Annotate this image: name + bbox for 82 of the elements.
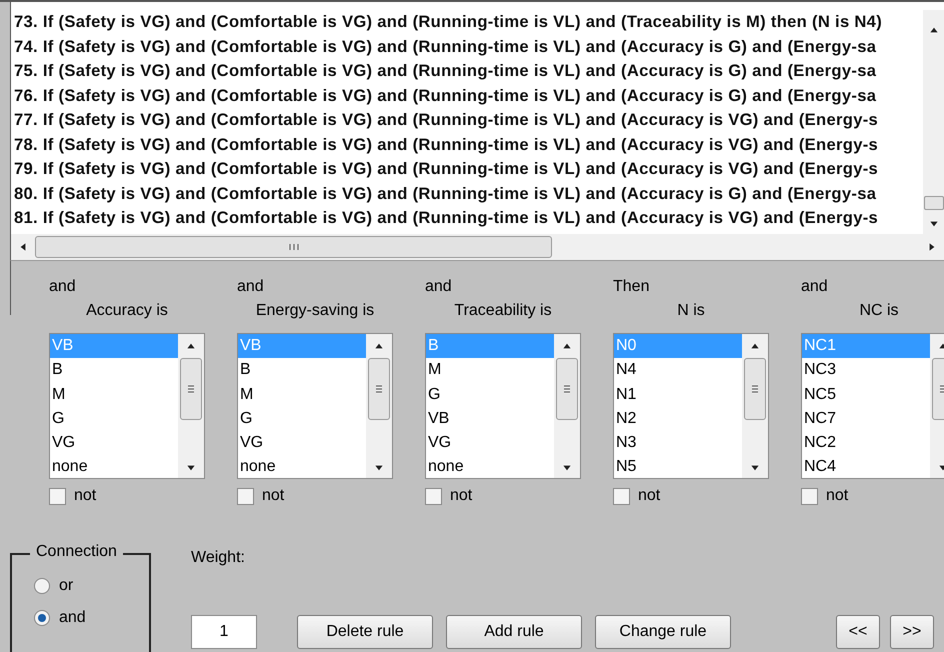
vertical-scrollbar[interactable] [178,334,204,478]
vertical-scrollbar[interactable] [554,334,580,478]
term-item[interactable]: M [238,382,366,407]
term-item[interactable]: N2 [614,406,742,432]
term-item[interactable]: N3 [614,431,742,456]
scroll-thumb[interactable] [744,358,766,420]
action-button[interactable]: Add rule [446,615,582,649]
term-item[interactable]: NC2 [802,431,930,456]
not-label: not [262,487,284,505]
not-checkbox[interactable] [801,488,818,504]
term-item[interactable]: G [426,382,554,407]
connective-label: Then [613,277,650,297]
action-button[interactable]: Delete rule [297,615,433,649]
connective-label: and [49,277,77,297]
term-item[interactable]: N4 [614,358,742,383]
rule-item[interactable]: 73. If (Safety is VG) and (Comfortable is VG) and (Running-time is VL) and (Traceability is M) then (N is N4) [14,10,923,34]
rule-item[interactable]: 74. If (Safety is VG) and (Comfortable is VG) and (Running-time is VL) and (Accuracy is G) and (Energy-sa [14,34,923,59]
term-item[interactable]: VG [50,431,178,456]
term-item[interactable]: none [426,455,554,478]
rule-item[interactable]: 76. If (Safety is VG) and (Comfortable is VG) and (Running-time is VL) and (Accuracy is G) and (Energy-sa [14,84,923,108]
rule-item[interactable]: 79. If (Safety is VG) and (Comfortable is VG) and (Running-time is VL) and (Accuracy is VG) and (Energy-s [14,157,923,182]
radio-label: or [59,577,74,595]
vertical-scrollbar[interactable] [366,334,392,478]
rule-item[interactable]: 81. If (Safety is VG) and (Comfortable is VG) and (Running-time is VL) and (Accuracy is VG) and (Energy-s [14,206,923,230]
not-label: not [638,487,660,505]
connective-label: and [425,277,453,297]
not-checkbox[interactable] [613,488,630,504]
connective-label: and [801,277,829,297]
variable-label: Traceability is [453,301,553,321]
variable-label: Accuracy is [85,301,169,321]
rule-item[interactable]: 78. If (Safety is VG) and (Comfortable is VG) and (Running-time is VL) and (Accuracy is VG) and (Energy-s [14,132,923,157]
not-label: not [74,487,96,505]
nav-button[interactable]: >> [890,615,934,649]
nav-button[interactable]: << [836,615,880,649]
term-item[interactable]: NC4 [802,455,930,478]
term-item[interactable]: NC3 [802,358,930,383]
term-item[interactable]: VG [426,431,554,456]
weight-field[interactable]: 1 [191,615,257,649]
rule-item[interactable]: 75. If (Safety is VG) and (Comfortable is VG) and (Running-time is VL) and (Accuracy is G) and (Energy-sa [14,59,923,84]
scroll-thumb[interactable] [368,358,390,420]
term-item[interactable]: M [426,358,554,383]
grip-icon [286,243,300,251]
rule-item[interactable]: 80. If (Safety is VG) and (Comfortable is VG) and (Running-time is VL) and (Accuracy is G) and (Energy-sa [14,182,923,206]
not-label: not [450,487,472,505]
grip-icon [374,383,384,395]
term-item[interactable]: M [50,382,178,407]
term-item[interactable]: N1 [614,382,742,407]
term-item[interactable]: NC7 [802,406,930,432]
not-label: not [826,487,848,505]
connective-label: and [237,277,265,297]
scroll-thumb[interactable] [35,236,552,258]
term-item[interactable]: N5 [614,455,742,478]
term-item[interactable]: B [50,358,178,383]
rule-item[interactable]: 77. If (Safety is VG) and (Comfortable is VG) and (Running-time is VL) and (Accuracy is VG) and (Energy-s [14,108,923,132]
term-item[interactable]: VG [238,431,366,456]
term-item[interactable]: NC5 [802,382,930,407]
scroll-thumb[interactable] [180,358,202,420]
action-button[interactable]: Change rule [595,615,731,649]
grip-icon [750,383,760,395]
vertical-scrollbar[interactable] [923,10,944,234]
radio-button[interactable] [34,578,50,594]
term-item[interactable]: VB [426,406,554,432]
vertical-scrollbar[interactable] [742,334,768,478]
term-item[interactable]: G [238,406,366,432]
term-item[interactable]: none [238,455,366,478]
not-checkbox[interactable] [237,488,254,504]
term-item[interactable]: none [50,455,178,478]
not-checkbox[interactable] [425,488,442,504]
radio-button[interactable] [34,610,50,626]
term-item[interactable]: G [50,406,178,432]
grip-icon [562,383,572,395]
term-item[interactable]: B [238,358,366,383]
variable-label: Energy-saving is [254,301,376,321]
weight-label: Weight: [191,549,246,567]
scroll-thumb[interactable] [556,358,578,420]
scroll-thumb[interactable] [924,196,944,210]
variable-label: N is [676,301,706,321]
radio-label: and [59,609,86,627]
not-checkbox[interactable] [49,488,66,504]
variable-label: NC is [858,301,900,321]
rule-list[interactable] [11,2,944,234]
grip-icon [186,383,196,395]
